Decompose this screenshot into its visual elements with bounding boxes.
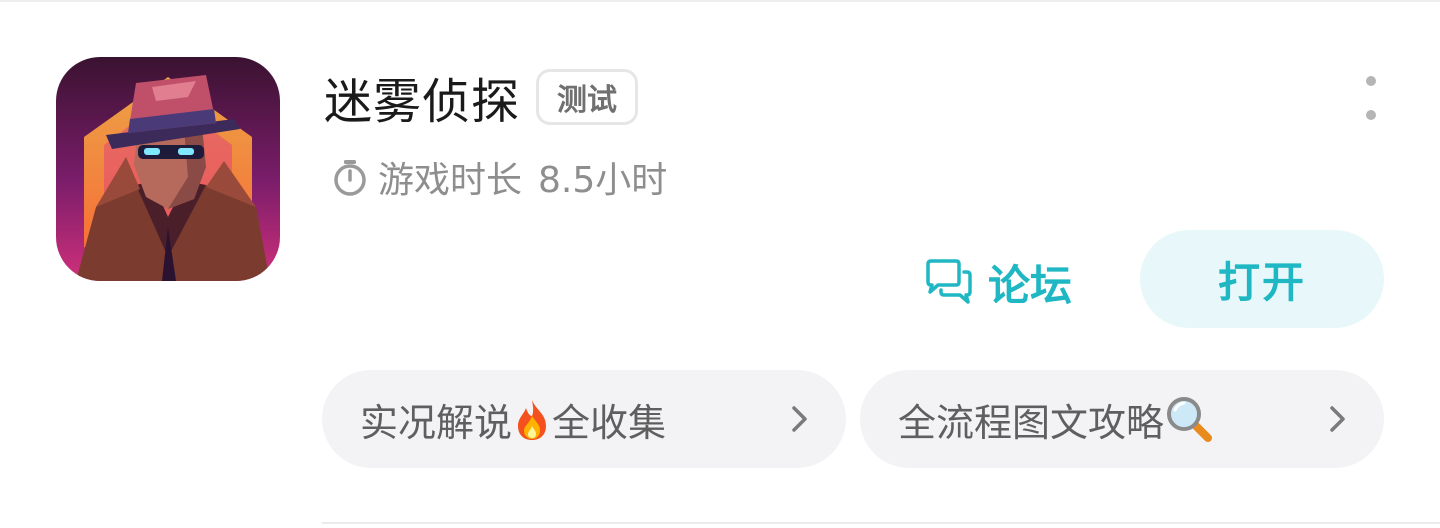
forum-label: 论坛 — [988, 260, 1073, 310]
stopwatch-icon — [334, 160, 366, 196]
more-vertical-icon-dot — [1366, 110, 1376, 120]
guide-chip-text: 全流程图文攻略 — [898, 392, 1214, 447]
guide-chip-video[interactable]: 实况解说 全收集 — [322, 370, 846, 468]
top-divider — [0, 0, 1440, 2]
playtime-row: 游戏时长 8.5小时 — [330, 152, 667, 202]
app-title: 迷雾侦探 — [324, 74, 521, 130]
chat-bubbles-icon — [926, 259, 972, 304]
playtime-value: 8.5小时 — [538, 160, 668, 201]
guide-chip-walkthrough[interactable]: 全流程图文攻略 — [860, 370, 1384, 468]
magnifier-emoji-icon — [1167, 396, 1213, 442]
more-vertical-icon — [1366, 76, 1376, 86]
open-button[interactable]: 打开 — [1140, 230, 1384, 328]
guide-chip-text: 实况解说 全收集 — [360, 392, 666, 447]
status-badge: 测试 — [536, 69, 639, 125]
bottom-divider — [322, 522, 1440, 524]
fire-emoji-icon — [518, 399, 547, 440]
guide-label: 实况解说 — [360, 400, 513, 445]
more-options-button[interactable] — [1356, 76, 1386, 120]
detective-game-icon — [56, 57, 280, 281]
guide-suffix: 全收集 — [552, 400, 667, 445]
guide-label: 全流程图文攻略 — [898, 400, 1165, 445]
chevron-right-icon — [1330, 406, 1345, 432]
chevron-right-icon — [792, 406, 807, 432]
app-icon[interactable] — [56, 57, 280, 281]
title-row: 迷雾侦探 测试 — [324, 66, 639, 130]
playtime-label: 游戏时长 — [378, 160, 523, 201]
forum-button[interactable]: 论坛 — [924, 250, 1072, 314]
